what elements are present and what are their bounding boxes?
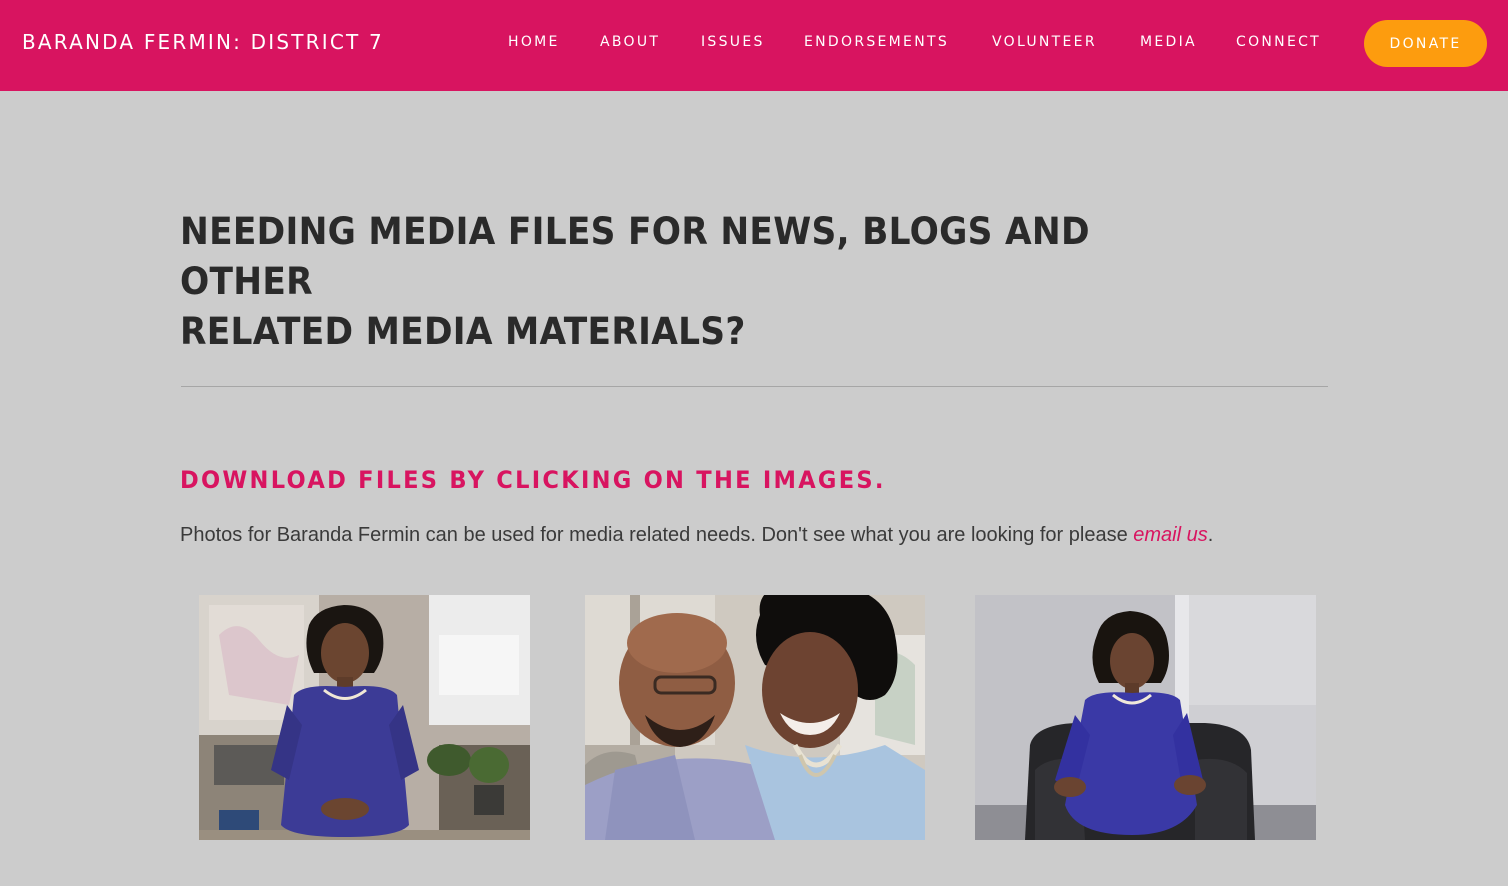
intro-paragraph: Photos for Baranda Fermin can be used fo…	[180, 524, 1213, 547]
nav-item-issues[interactable]: ISSUES	[701, 34, 765, 50]
nav-item-connect[interactable]: CONNECT	[1236, 34, 1321, 50]
site-title-link[interactable]: BARANDA FERMIN: DISTRICT 7	[22, 30, 384, 54]
nav-item-about[interactable]: ABOUT	[600, 34, 660, 50]
nav-item-volunteer[interactable]: VOLUNTEER	[992, 34, 1097, 50]
section-divider	[181, 386, 1328, 387]
nav-item-endorsements[interactable]: ENDORSEMENTS	[804, 34, 949, 50]
nav-item-media[interactable]: MEDIA	[1140, 34, 1197, 50]
download-subheading: DOWNLOAD FILES BY CLICKING ON THE IMAGES…	[180, 466, 886, 494]
intro-end: .	[1207, 524, 1214, 546]
portrait-armchair-image	[975, 595, 1316, 840]
nav-item-home[interactable]: HOME	[508, 34, 560, 50]
intro-text: Photos for Baranda Fermin can be used fo…	[180, 524, 1134, 546]
email-us-link[interactable]: email us	[1133, 524, 1207, 546]
portrait-office-image	[199, 595, 530, 840]
photo-couple[interactable]	[585, 595, 925, 840]
page-headline: NEEDING MEDIA FILES FOR NEWS, BLOGS AND …	[180, 207, 1203, 357]
photo-portrait-armchair[interactable]	[975, 595, 1316, 840]
site-header: BARANDA FERMIN: DISTRICT 7 HOME ABOUT IS…	[0, 0, 1508, 91]
donate-button[interactable]: DONATE	[1364, 20, 1487, 67]
headline-line-2: RELATED MEDIA MATERIALS?	[180, 310, 746, 353]
couple-image	[585, 595, 925, 840]
headline-line-1: NEEDING MEDIA FILES FOR NEWS, BLOGS AND …	[180, 210, 1090, 303]
photo-portrait-office[interactable]	[199, 595, 530, 840]
